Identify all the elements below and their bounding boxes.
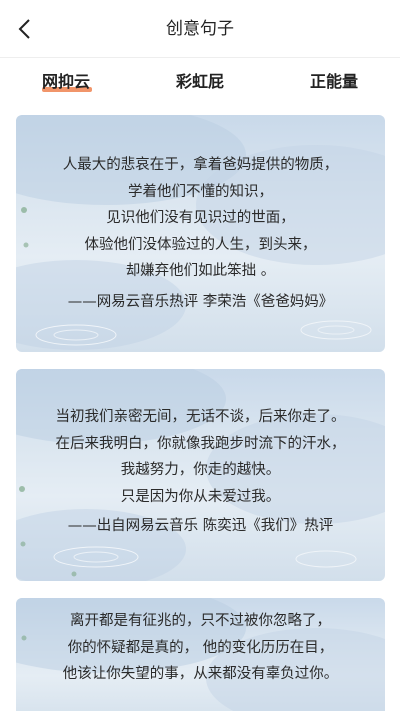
tab-caihongpi[interactable]: 彩虹屁	[176, 58, 224, 106]
quote-line: 我越努力，你走的越快。	[120, 462, 281, 478]
quote-line: 他该让你失望的事，从来都没有辜负过你。	[62, 666, 339, 682]
quote-line: 只是因为你从未爱过我。	[120, 488, 281, 505]
quote-card[interactable]: 离开都是有征兆的，只不过被你忽略了， 你的怀疑都是真的， 他的变化历历在目， 他…	[16, 598, 385, 711]
quote-text: 当初我们亲密无间，无话不谈，后来你走了。 在后来我明白，你就像我跑步时流下的汗水…	[16, 404, 385, 540]
tab-label: 彩虹屁	[176, 72, 225, 91]
quote-line: 人最大的悲哀在于，拿着爸妈提供的物质，	[62, 157, 339, 173]
quote-line: 见识他们没有见识过的世面，	[106, 210, 295, 226]
quote-line: 在后来我明白，你就像我跑步时流下的汗水，	[55, 435, 346, 452]
quote-line: 学着他们不懂的知识，	[128, 183, 273, 200]
page-title: 创意句子	[166, 19, 234, 39]
quote-card[interactable]: 当初我们亲密无间，无话不谈，后来你走了。 在后来我明白，你就像我跑步时流下的汗水…	[16, 369, 385, 581]
quote-line: 当初我们亲密无间，无话不谈，后来你走了。	[55, 409, 346, 425]
app-header: 创意句子	[0, 0, 400, 58]
tab-label: 网抑云	[42, 72, 91, 91]
quote-line: 你的怀疑都是真的， 他的变化历历在目，	[67, 639, 334, 656]
tab-wangyiyun[interactable]: 网抑云	[42, 58, 90, 106]
quote-source: ——网易云音乐热评 李荣浩《爸爸妈妈》	[67, 293, 334, 310]
quote-card[interactable]: 人最大的悲哀在于，拿着爸妈提供的物质， 学着他们不懂的知识， 见识他们没有见识过…	[16, 115, 385, 352]
quote-line: 离开都是有征兆的，只不过被你忽略了，	[70, 613, 331, 629]
tab-zhengnengliang[interactable]: 正能量	[310, 58, 358, 106]
quote-text: 人最大的悲哀在于，拿着爸妈提供的物质， 学着他们不懂的知识， 见识他们没有见识过…	[16, 152, 385, 315]
quote-text: 离开都是有征兆的，只不过被你忽略了， 你的怀疑都是真的， 他的变化历历在目， 他…	[16, 608, 385, 688]
tab-label: 正能量	[310, 72, 359, 91]
quote-line: 却嫌弃他们如此笨拙 。	[125, 263, 276, 279]
tab-bar: 网抑云 彩虹屁 正能量	[0, 58, 400, 106]
quote-source: ——出自网易云音乐 陈奕迅《我们》热评	[67, 518, 334, 534]
quote-line: 体验他们没体验过的人生，到头来，	[84, 236, 317, 253]
